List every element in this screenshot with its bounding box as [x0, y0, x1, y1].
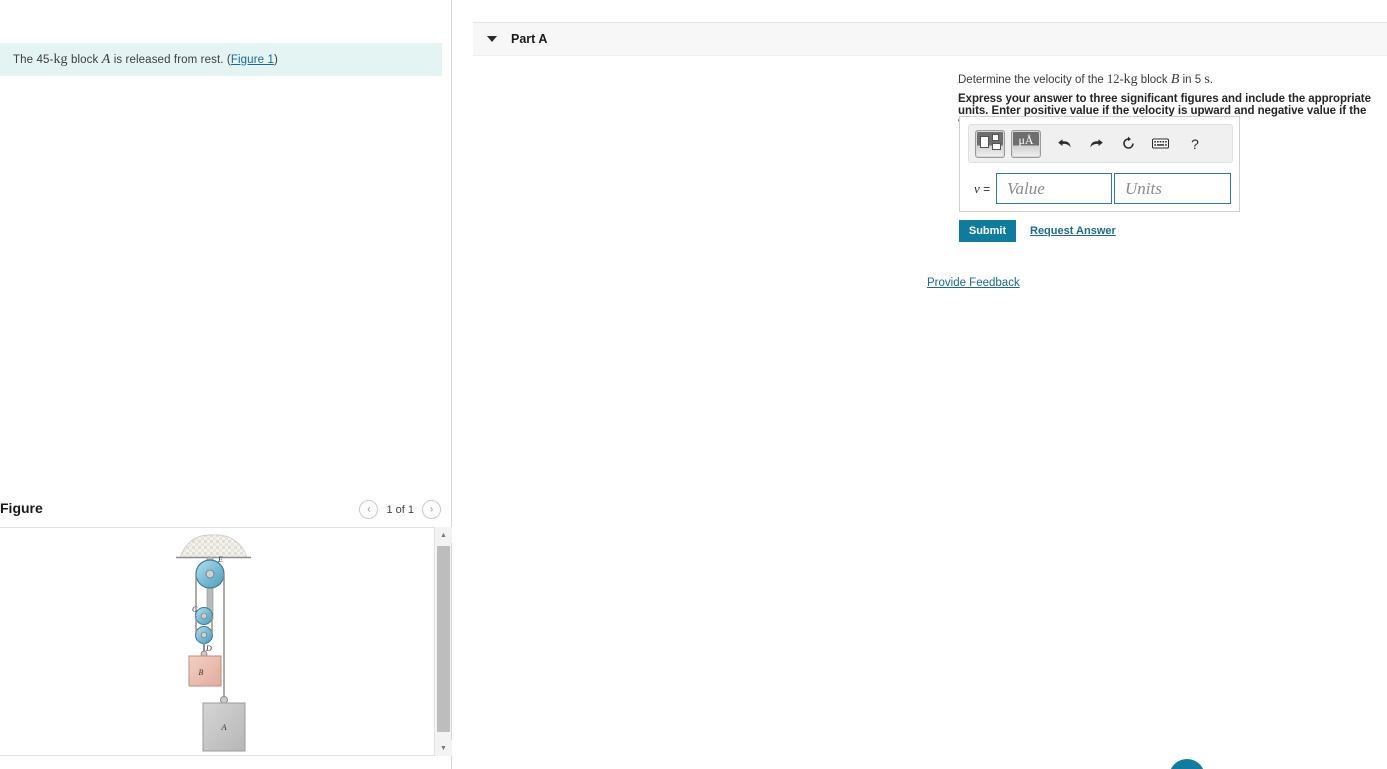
triangle-down-icon: ▼ [440, 744, 447, 752]
label-block-a: A [220, 722, 227, 732]
question-mid: block [1137, 74, 1171, 86]
template-box-3 [992, 142, 1001, 150]
help-chat-orb[interactable] [1169, 759, 1205, 769]
figure-viewport: E C D B A [0, 527, 442, 756]
answer-variable-label: v = [974, 181, 990, 197]
request-answer-link[interactable]: Request Answer [1030, 225, 1116, 237]
right-panel: Part A Determine the velocity of the 12-… [453, 0, 1387, 769]
problem-text-block: block [67, 53, 102, 66]
left-panel: The 45-kg block A is released from rest.… [0, 0, 452, 769]
template-box-1 [980, 135, 989, 148]
reset-icon[interactable] [1119, 133, 1137, 155]
chevron-left-icon: ‹ [367, 503, 371, 515]
problem-text-lead: The 45- [13, 53, 54, 66]
question-mass: 12- [1106, 72, 1124, 86]
triangle-up-icon: ▲ [440, 531, 447, 539]
problem-mass-unit: kg [53, 51, 68, 67]
scrollbar-up-button[interactable]: ▲ [435, 527, 452, 543]
template-box-2 [992, 133, 999, 141]
answer-value-input[interactable] [996, 173, 1112, 204]
figure-prev-button[interactable]: ‹ [359, 500, 379, 519]
variable-v: v [974, 181, 980, 196]
part-a-label: Part A [511, 32, 548, 46]
problem-statement-banner: The 45-kg block A is released from rest.… [0, 43, 442, 76]
keyboard-glyph [1151, 138, 1169, 149]
figure-pagination: ‹ 1 of 1 › [359, 500, 441, 519]
problem-text-close: ) [273, 53, 278, 66]
caret-down-icon[interactable] [487, 36, 497, 42]
question-lead: Determine the velocity of the [958, 74, 1107, 86]
page-root: The 45-kg block A is released from rest.… [0, 0, 1387, 769]
figure-counter: 1 of 1 [386, 503, 414, 516]
undo-arrow-glyph [1057, 139, 1071, 148]
figure-1-link[interactable]: Figure 1 [231, 54, 274, 66]
figure-next-button[interactable]: › [422, 500, 441, 519]
label-pulley-c: C [192, 605, 198, 614]
math-template-icon[interactable] [975, 129, 1005, 158]
figure-scrollbar[interactable]: ▲ ▼ [434, 527, 452, 756]
question-text: Determine the velocity of the 12-kg bloc… [958, 72, 1213, 88]
help-icon[interactable]: ? [1186, 133, 1204, 155]
units-icon-label: μÅ [1018, 132, 1034, 147]
redo-icon[interactable] [1087, 133, 1105, 155]
chevron-right-icon: › [429, 503, 434, 515]
label-block-b: B [199, 668, 204, 677]
pulley-system-diagram: E C D B A [176, 534, 251, 752]
reset-circular-arrow-glyph [1122, 136, 1134, 149]
answer-toolbar: μÅ ? [968, 124, 1233, 163]
problem-statement-text: The 45-kg block A is released from rest.… [13, 52, 278, 68]
answer-entry-box: μÅ ? v = Value Units [959, 116, 1240, 212]
redo-arrow-glyph [1089, 139, 1103, 148]
problem-text-after: is released from rest. ( [110, 53, 231, 66]
provide-feedback-link[interactable]: Provide Feedback [927, 277, 1020, 289]
figure-section-title: Figure [0, 500, 43, 516]
label-pulley-e: E [217, 555, 223, 564]
question-period: . [1209, 74, 1214, 86]
scrollbar-thumb[interactable] [437, 546, 450, 732]
scrollbar-down-button[interactable]: ▼ [435, 740, 452, 756]
keyboard-icon[interactable] [1151, 133, 1169, 155]
question-time: in 5 [1179, 74, 1202, 86]
submit-button[interactable]: Submit [959, 220, 1016, 242]
equals-sign: = [983, 182, 991, 196]
help-glyph: ? [1191, 135, 1199, 152]
part-a-header[interactable]: Part A [473, 22, 1387, 56]
answer-units-input[interactable] [1114, 173, 1231, 204]
units-icon[interactable]: μÅ [1011, 129, 1041, 158]
undo-icon[interactable] [1055, 133, 1073, 155]
question-mass-unit: kg [1123, 72, 1138, 87]
